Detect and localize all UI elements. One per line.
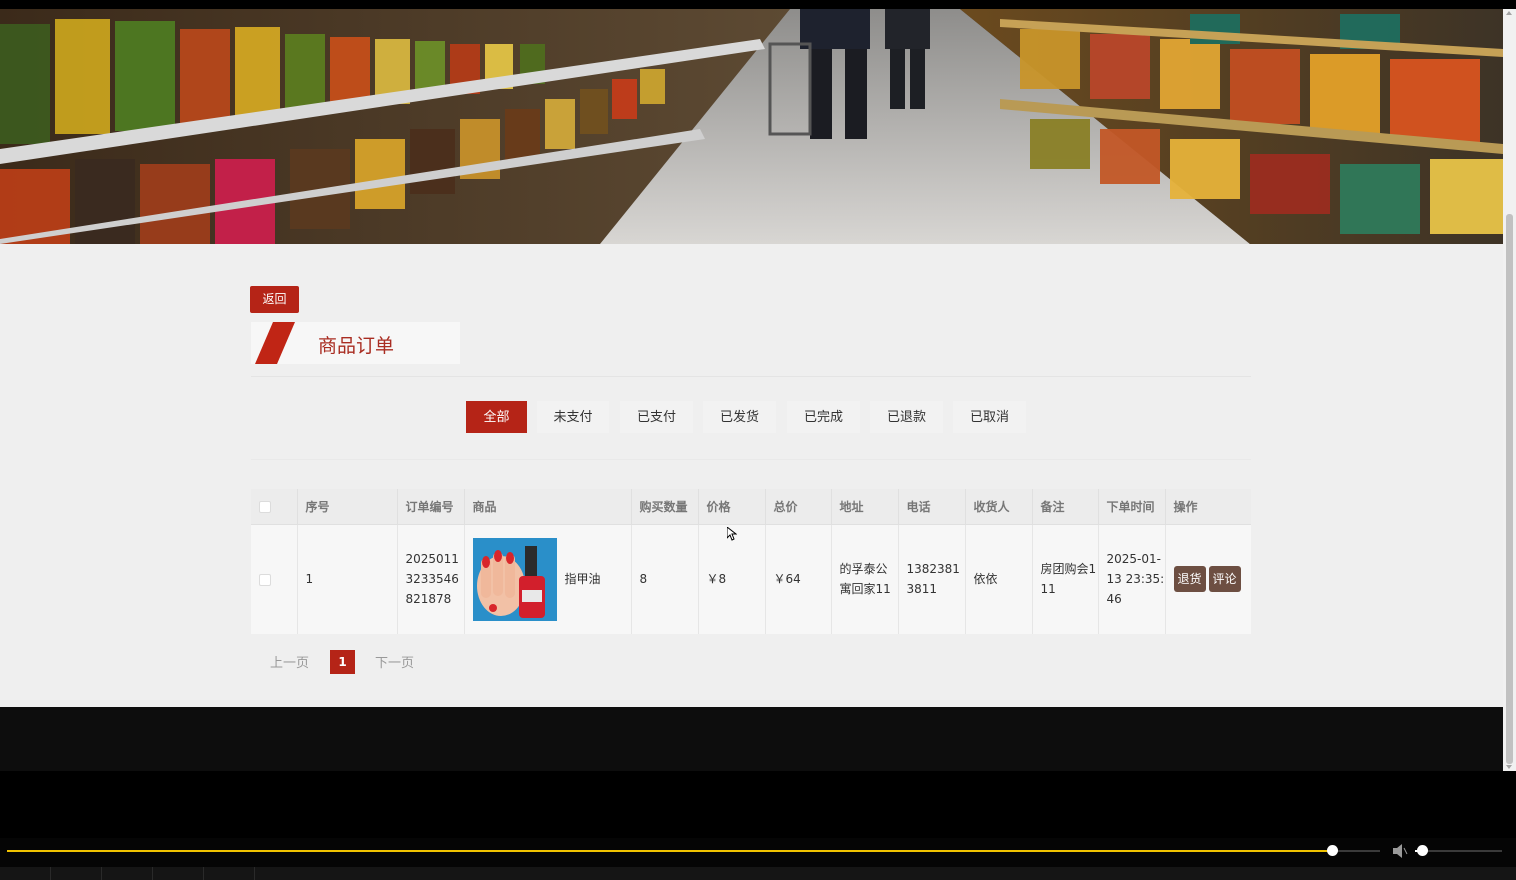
row-index: 1 <box>297 524 398 634</box>
tab-paid[interactable]: 已支付 <box>620 401 693 433</box>
header-total: 总价 <box>765 489 832 525</box>
tab-shipped[interactable]: 已发货 <box>703 401 776 433</box>
volume-slider[interactable] <box>1415 845 1502 856</box>
tab-cancelled[interactable]: 已取消 <box>953 401 1026 433</box>
header-price: 价格 <box>698 489 766 525</box>
header-receiver: 收货人 <box>965 489 1033 525</box>
taskbar-item[interactable] <box>203 867 253 880</box>
nail-polish-icon[interactable] <box>472 537 557 621</box>
row-receiver: 依依 <box>965 524 1033 634</box>
row-order-no: 20250113233546821878 <box>405 552 459 607</box>
header-product: 商品 <box>464 489 632 525</box>
screen: 返回 商品订单 全部 未支付 已支付 已发货 已完成 已退款 已取消 序号 订单… <box>0 0 1516 880</box>
row-order-no-cell: 20250113233546821878 <box>397 524 465 634</box>
scroll-down-icon[interactable] <box>1506 765 1512 769</box>
table-header-row: 序号 订单编号 商品 购买数量 价格 总价 地址 电话 收货人 备注 下单时间 … <box>251 489 1251 525</box>
row-product-cell: 指甲油 <box>464 524 632 634</box>
header-address: 地址 <box>831 489 899 525</box>
order-content: 返回 商品订单 全部 未支付 已支付 已发货 已完成 已退款 已取消 序号 订单… <box>0 244 1503 707</box>
prev-page-link[interactable]: 上一页 <box>270 652 309 671</box>
order-table: 序号 订单编号 商品 购买数量 价格 总价 地址 电话 收货人 备注 下单时间 … <box>251 489 1251 634</box>
taskbar-item[interactable] <box>50 867 100 880</box>
mouse-cursor-icon <box>727 527 737 541</box>
tab-refunded[interactable]: 已退款 <box>870 401 943 433</box>
tab-unpaid[interactable]: 未支付 <box>537 401 609 433</box>
back-button[interactable]: 返回 <box>250 286 299 313</box>
row-order-time-cell: 2025-01-13 23:35:46 <box>1098 524 1166 634</box>
page-number-current[interactable]: 1 <box>330 650 355 674</box>
title-stripe-icon <box>255 322 295 364</box>
header-order-time: 下单时间 <box>1098 489 1166 525</box>
scroll-up-icon[interactable] <box>1506 11 1512 15</box>
tabs-divider <box>251 459 1251 460</box>
row-address: 的孚泰公寓回家11 <box>839 562 891 597</box>
web-page: 返回 商品订单 全部 未支付 已支付 已发货 已完成 已退款 已取消 序号 订单… <box>0 9 1503 771</box>
page-title: 商品订单 <box>318 335 395 357</box>
row-remark: 房团购会111 <box>1040 562 1097 597</box>
progress-fill <box>7 850 1332 852</box>
banner-image <box>0 9 1503 244</box>
taskbar <box>0 867 1516 880</box>
row-phone-cell: 13823813811 <box>898 524 966 634</box>
row-select-cell[interactable] <box>251 524 298 634</box>
progress-handle[interactable] <box>1326 845 1338 856</box>
header-quantity: 购买数量 <box>631 489 699 525</box>
select-all-checkbox[interactable] <box>259 500 271 513</box>
row-phone: 13823813811 <box>906 562 960 597</box>
taskbar-item[interactable] <box>101 867 151 880</box>
page-footer <box>0 707 1503 771</box>
header-index: 序号 <box>297 489 398 525</box>
select-all-header[interactable] <box>251 489 298 525</box>
row-order-time: 2025-01-13 23:35:46 <box>1106 552 1165 607</box>
header-order-no: 订单编号 <box>397 489 465 525</box>
taskbar-item[interactable] <box>254 867 304 880</box>
taskbar-item[interactable] <box>152 867 202 880</box>
volume-handle[interactable] <box>1416 845 1428 856</box>
header-remark: 备注 <box>1032 489 1099 525</box>
scrollbar-thumb[interactable] <box>1506 214 1513 764</box>
tab-all[interactable]: 全部 <box>466 401 527 433</box>
title-divider <box>251 376 1251 377</box>
volume-icon[interactable] <box>1392 844 1408 858</box>
row-total: ￥64 <box>765 524 832 634</box>
supermarket-aisle-image <box>0 9 1503 244</box>
next-page-link[interactable]: 下一页 <box>375 652 414 671</box>
row-product-name: 指甲油 <box>564 572 601 587</box>
section-title-box: 商品订单 <box>251 322 460 364</box>
progress-slider[interactable] <box>7 845 1380 856</box>
row-quantity: 8 <box>631 524 699 634</box>
tab-completed[interactable]: 已完成 <box>787 401 860 433</box>
header-phone: 电话 <box>898 489 966 525</box>
return-button[interactable]: 退货 <box>1173 566 1206 593</box>
table-row: 1 20250113233546821878 指甲油 8 ￥8 ￥64 的孚泰公… <box>251 524 1251 634</box>
header-actions: 操作 <box>1165 489 1251 525</box>
row-remark-cell: 房团购会111 <box>1032 524 1099 634</box>
row-address-cell: 的孚泰公寓回家11 <box>831 524 899 634</box>
page-scrollbar[interactable] <box>1503 9 1516 771</box>
row-actions-cell: 退货 评论 <box>1165 524 1251 634</box>
review-button[interactable]: 评论 <box>1208 566 1241 593</box>
row-checkbox[interactable] <box>259 573 271 586</box>
